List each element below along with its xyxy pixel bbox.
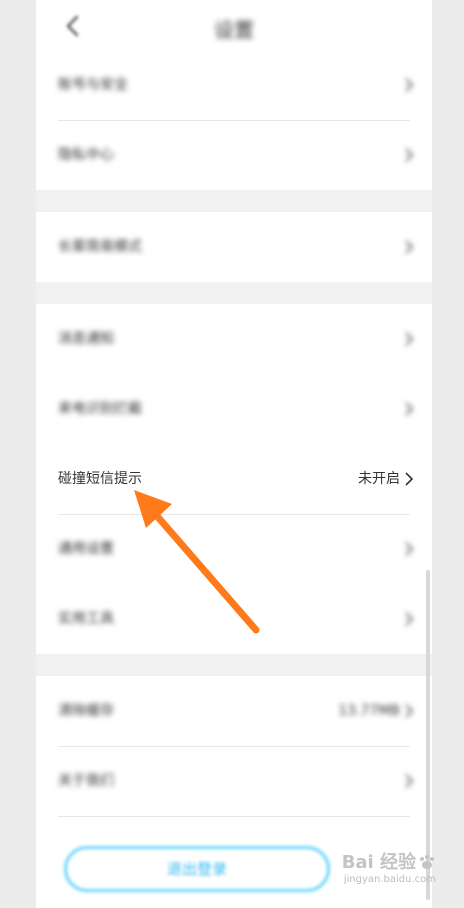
setting-label: 关于我们: [58, 773, 114, 789]
watermark: Bai 经验 jingyan.baidu.com: [342, 852, 436, 886]
setting-label: 清除缓存: [58, 703, 114, 719]
setting-row-tools[interactable]: 实用工具: [36, 584, 432, 654]
setting-label: 消息通知: [58, 331, 114, 347]
setting-row-account-security[interactable]: 账号与安全: [36, 50, 432, 120]
setting-label: 碰撞短信提示: [58, 471, 142, 487]
row-divider: [58, 816, 410, 817]
page-title: 设置: [214, 18, 254, 42]
setting-label: 通用设置: [58, 541, 114, 557]
setting-label: 来电识别拦截: [58, 401, 142, 417]
setting-value: 未开启: [358, 471, 400, 487]
chevron-right-icon: [405, 402, 414, 416]
chevron-right-icon: [405, 612, 414, 626]
paw-icon: [420, 855, 434, 869]
setting-value: 13.77MB: [338, 703, 400, 719]
chevron-right-icon: [405, 704, 414, 718]
settings-screen: 设置 账号与安全 隐私中心 长辈简易模式 消息通知 来电识别拦截 碰撞短信提示: [36, 0, 432, 908]
chevron-right-icon: [405, 332, 414, 346]
setting-label: 长辈简易模式: [58, 239, 142, 255]
settings-group-account: 账号与安全 隐私中心: [36, 50, 432, 190]
setting-row-clear-cache[interactable]: 清除缓存 13.77MB: [36, 676, 432, 746]
chevron-right-icon: [405, 240, 414, 254]
setting-row-privacy-center[interactable]: 隐私中心: [36, 120, 432, 190]
chevron-right-icon: [405, 774, 414, 788]
watermark-logo: Bai 经验: [342, 852, 436, 874]
logout-label: 退出登录: [166, 860, 227, 878]
setting-row-notifications[interactable]: 消息通知: [36, 304, 432, 374]
setting-label: 账号与安全: [58, 77, 128, 93]
chevron-right-icon: [405, 542, 414, 556]
setting-row-call-block[interactable]: 来电识别拦截: [36, 374, 432, 444]
chevron-right-icon: [405, 78, 414, 92]
logout-button[interactable]: 退出登录: [64, 846, 330, 892]
watermark-url: jingyan.baidu.com: [343, 874, 436, 885]
scrollbar[interactable]: [426, 570, 430, 900]
setting-row-elder-mode[interactable]: 长辈简易模式: [36, 212, 432, 282]
setting-label: 实用工具: [58, 611, 114, 627]
settings-group-elder-mode: 长辈简易模式: [36, 212, 432, 282]
setting-label: 隐私中心: [58, 147, 114, 163]
chevron-right-icon: [405, 148, 414, 162]
setting-row-general[interactable]: 通用设置: [36, 514, 432, 584]
chevron-right-icon: [405, 472, 414, 486]
settings-group-general: 消息通知 来电识别拦截 碰撞短信提示 未开启 通用设置 实用工具: [36, 304, 432, 654]
setting-row-about-us[interactable]: 关于我们: [36, 746, 432, 816]
setting-row-collision-sms[interactable]: 碰撞短信提示 未开启: [36, 444, 432, 514]
